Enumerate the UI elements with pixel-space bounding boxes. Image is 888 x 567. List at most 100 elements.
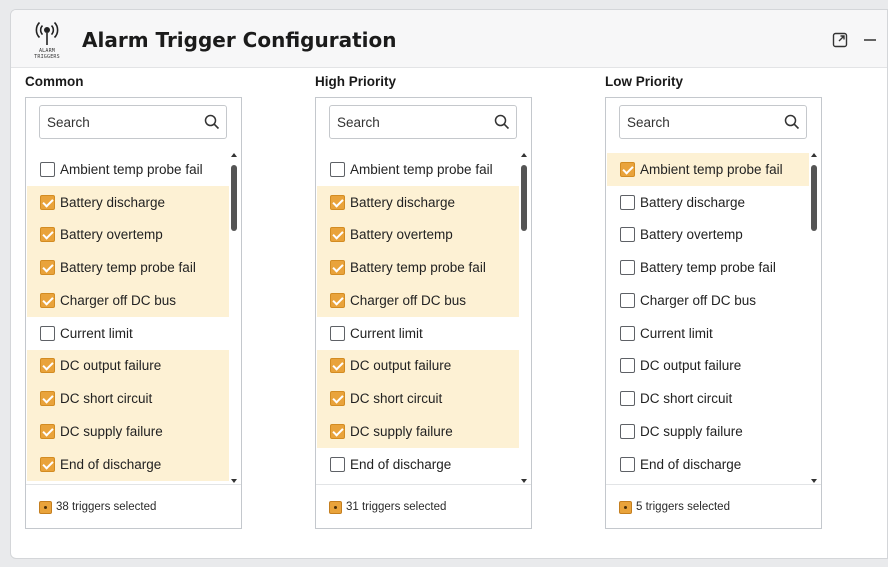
checkbox[interactable] (330, 456, 345, 472)
checkbox[interactable] (620, 391, 635, 407)
checkbox[interactable] (330, 227, 345, 243)
column-title: High Priority (315, 74, 397, 89)
trigger-option[interactable]: Charger off DC bus (27, 284, 229, 317)
scroll-down-icon[interactable] (521, 479, 527, 483)
checkbox[interactable] (40, 161, 55, 177)
trigger-label: Battery overtemp (640, 227, 743, 243)
page-title: Alarm Trigger Configuration (82, 28, 397, 52)
trigger-option[interactable]: Charger off DC bus (317, 284, 519, 317)
checkbox[interactable] (330, 194, 345, 210)
trigger-label: DC supply failure (60, 423, 163, 439)
list-scrollbar[interactable] (230, 153, 240, 483)
trigger-option[interactable]: DC supply failure (317, 415, 519, 448)
checkbox[interactable] (620, 423, 635, 439)
trigger-label: Ambient temp probe fail (640, 161, 783, 177)
search-input[interactable]: Search (619, 105, 807, 139)
checkbox[interactable] (620, 161, 635, 177)
trigger-option[interactable]: Current limit (27, 317, 229, 350)
trigger-option[interactable]: Battery temp probe fail (27, 251, 229, 284)
checkbox[interactable] (40, 260, 55, 276)
checkbox[interactable] (330, 325, 345, 341)
trigger-option[interactable]: DC supply failure (607, 415, 809, 448)
checkbox[interactable] (40, 292, 55, 308)
checkbox[interactable] (620, 358, 635, 374)
scroll-up-icon[interactable] (521, 153, 527, 157)
trigger-label: Battery overtemp (60, 227, 163, 243)
checkbox[interactable] (40, 227, 55, 243)
search-icon (494, 114, 510, 130)
trigger-option[interactable]: Battery overtemp (607, 219, 809, 252)
title-bar: ALARM TRIGGERS Alarm Trigger Configurati… (11, 10, 887, 68)
minimize-button[interactable] (860, 30, 880, 50)
scroll-down-icon[interactable] (231, 479, 237, 483)
checkbox[interactable] (330, 260, 345, 276)
checkbox[interactable] (330, 423, 345, 439)
checkbox[interactable] (330, 358, 345, 374)
trigger-label: Charger off DC bus (640, 292, 757, 308)
trigger-label: End of discharge (350, 456, 452, 472)
trigger-option[interactable]: DC output failure (607, 350, 809, 383)
trigger-option[interactable]: Charger off DC bus (607, 284, 809, 317)
trigger-option[interactable]: End of discharge (607, 448, 809, 481)
trigger-option[interactable]: DC supply failure (27, 415, 229, 448)
checkbox[interactable] (620, 194, 635, 210)
trigger-option[interactable]: DC short circuit (607, 382, 809, 415)
trigger-option[interactable]: End of discharge (27, 447, 229, 481)
search-input[interactable]: Search (329, 105, 517, 139)
trigger-option[interactable]: Battery temp probe fail (317, 251, 519, 284)
trigger-label: Charger off DC bus (350, 292, 467, 308)
trigger-label: DC supply failure (640, 423, 743, 439)
checkbox[interactable] (620, 456, 635, 472)
trigger-list: Ambient temp probe fail Battery discharge… (27, 153, 229, 483)
trigger-option[interactable]: Battery temp probe fail (607, 251, 809, 284)
checkbox[interactable] (620, 292, 635, 308)
checkbox[interactable] (40, 194, 55, 210)
trigger-option[interactable]: Battery discharge (317, 185, 519, 219)
checkbox[interactable] (40, 358, 55, 374)
search-input[interactable]: Search (39, 105, 227, 139)
checkbox[interactable] (620, 260, 635, 276)
list-scrollbar[interactable] (810, 153, 820, 483)
scroll-thumb[interactable] (521, 165, 527, 231)
trigger-option[interactable]: Ambient temp probe fail (607, 153, 809, 186)
checkbox[interactable] (330, 292, 345, 308)
trigger-option[interactable]: Ambient temp probe fail (317, 153, 519, 186)
search-placeholder: Search (627, 115, 670, 130)
trigger-option[interactable]: DC output failure (27, 349, 229, 383)
trigger-option[interactable]: DC short circuit (27, 382, 229, 415)
checkbox[interactable] (620, 325, 635, 341)
trigger-option[interactable]: Battery discharge (27, 185, 229, 219)
trigger-label: DC short circuit (60, 391, 153, 407)
trigger-label: Ambient temp probe fail (350, 161, 493, 177)
selected-count-icon (619, 501, 632, 514)
trigger-option[interactable]: Battery overtemp (317, 218, 519, 252)
checkbox[interactable] (40, 456, 55, 472)
scroll-up-icon[interactable] (231, 153, 237, 157)
column-title: Low Priority (605, 74, 684, 89)
scroll-thumb[interactable] (811, 165, 817, 231)
checkbox[interactable] (330, 391, 345, 407)
trigger-option[interactable]: Current limit (317, 317, 519, 350)
trigger-label: Battery discharge (60, 194, 166, 210)
trigger-option[interactable]: Battery discharge (607, 186, 809, 219)
checkbox[interactable] (330, 161, 345, 177)
checkbox[interactable] (40, 391, 55, 407)
checkbox[interactable] (620, 227, 635, 243)
trigger-option[interactable]: DC short circuit (317, 382, 519, 415)
trigger-label: DC short circuit (350, 391, 443, 407)
checkbox[interactable] (40, 325, 55, 341)
trigger-option[interactable]: Current limit (607, 317, 809, 350)
scroll-thumb[interactable] (231, 165, 237, 231)
list-scrollbar[interactable] (520, 153, 530, 483)
trigger-label: Charger off DC bus (60, 292, 177, 308)
checkbox[interactable] (40, 423, 55, 439)
selected-count: 38 triggers selected (56, 501, 157, 513)
trigger-option[interactable]: Battery overtemp (27, 218, 229, 252)
search-placeholder: Search (47, 115, 90, 130)
trigger-option[interactable]: DC output failure (317, 349, 519, 383)
expand-button[interactable] (830, 30, 850, 50)
trigger-option[interactable]: End of discharge (317, 448, 519, 481)
trigger-option[interactable]: Ambient temp probe fail (27, 153, 229, 186)
scroll-up-icon[interactable] (811, 153, 817, 157)
scroll-down-icon[interactable] (811, 479, 817, 483)
